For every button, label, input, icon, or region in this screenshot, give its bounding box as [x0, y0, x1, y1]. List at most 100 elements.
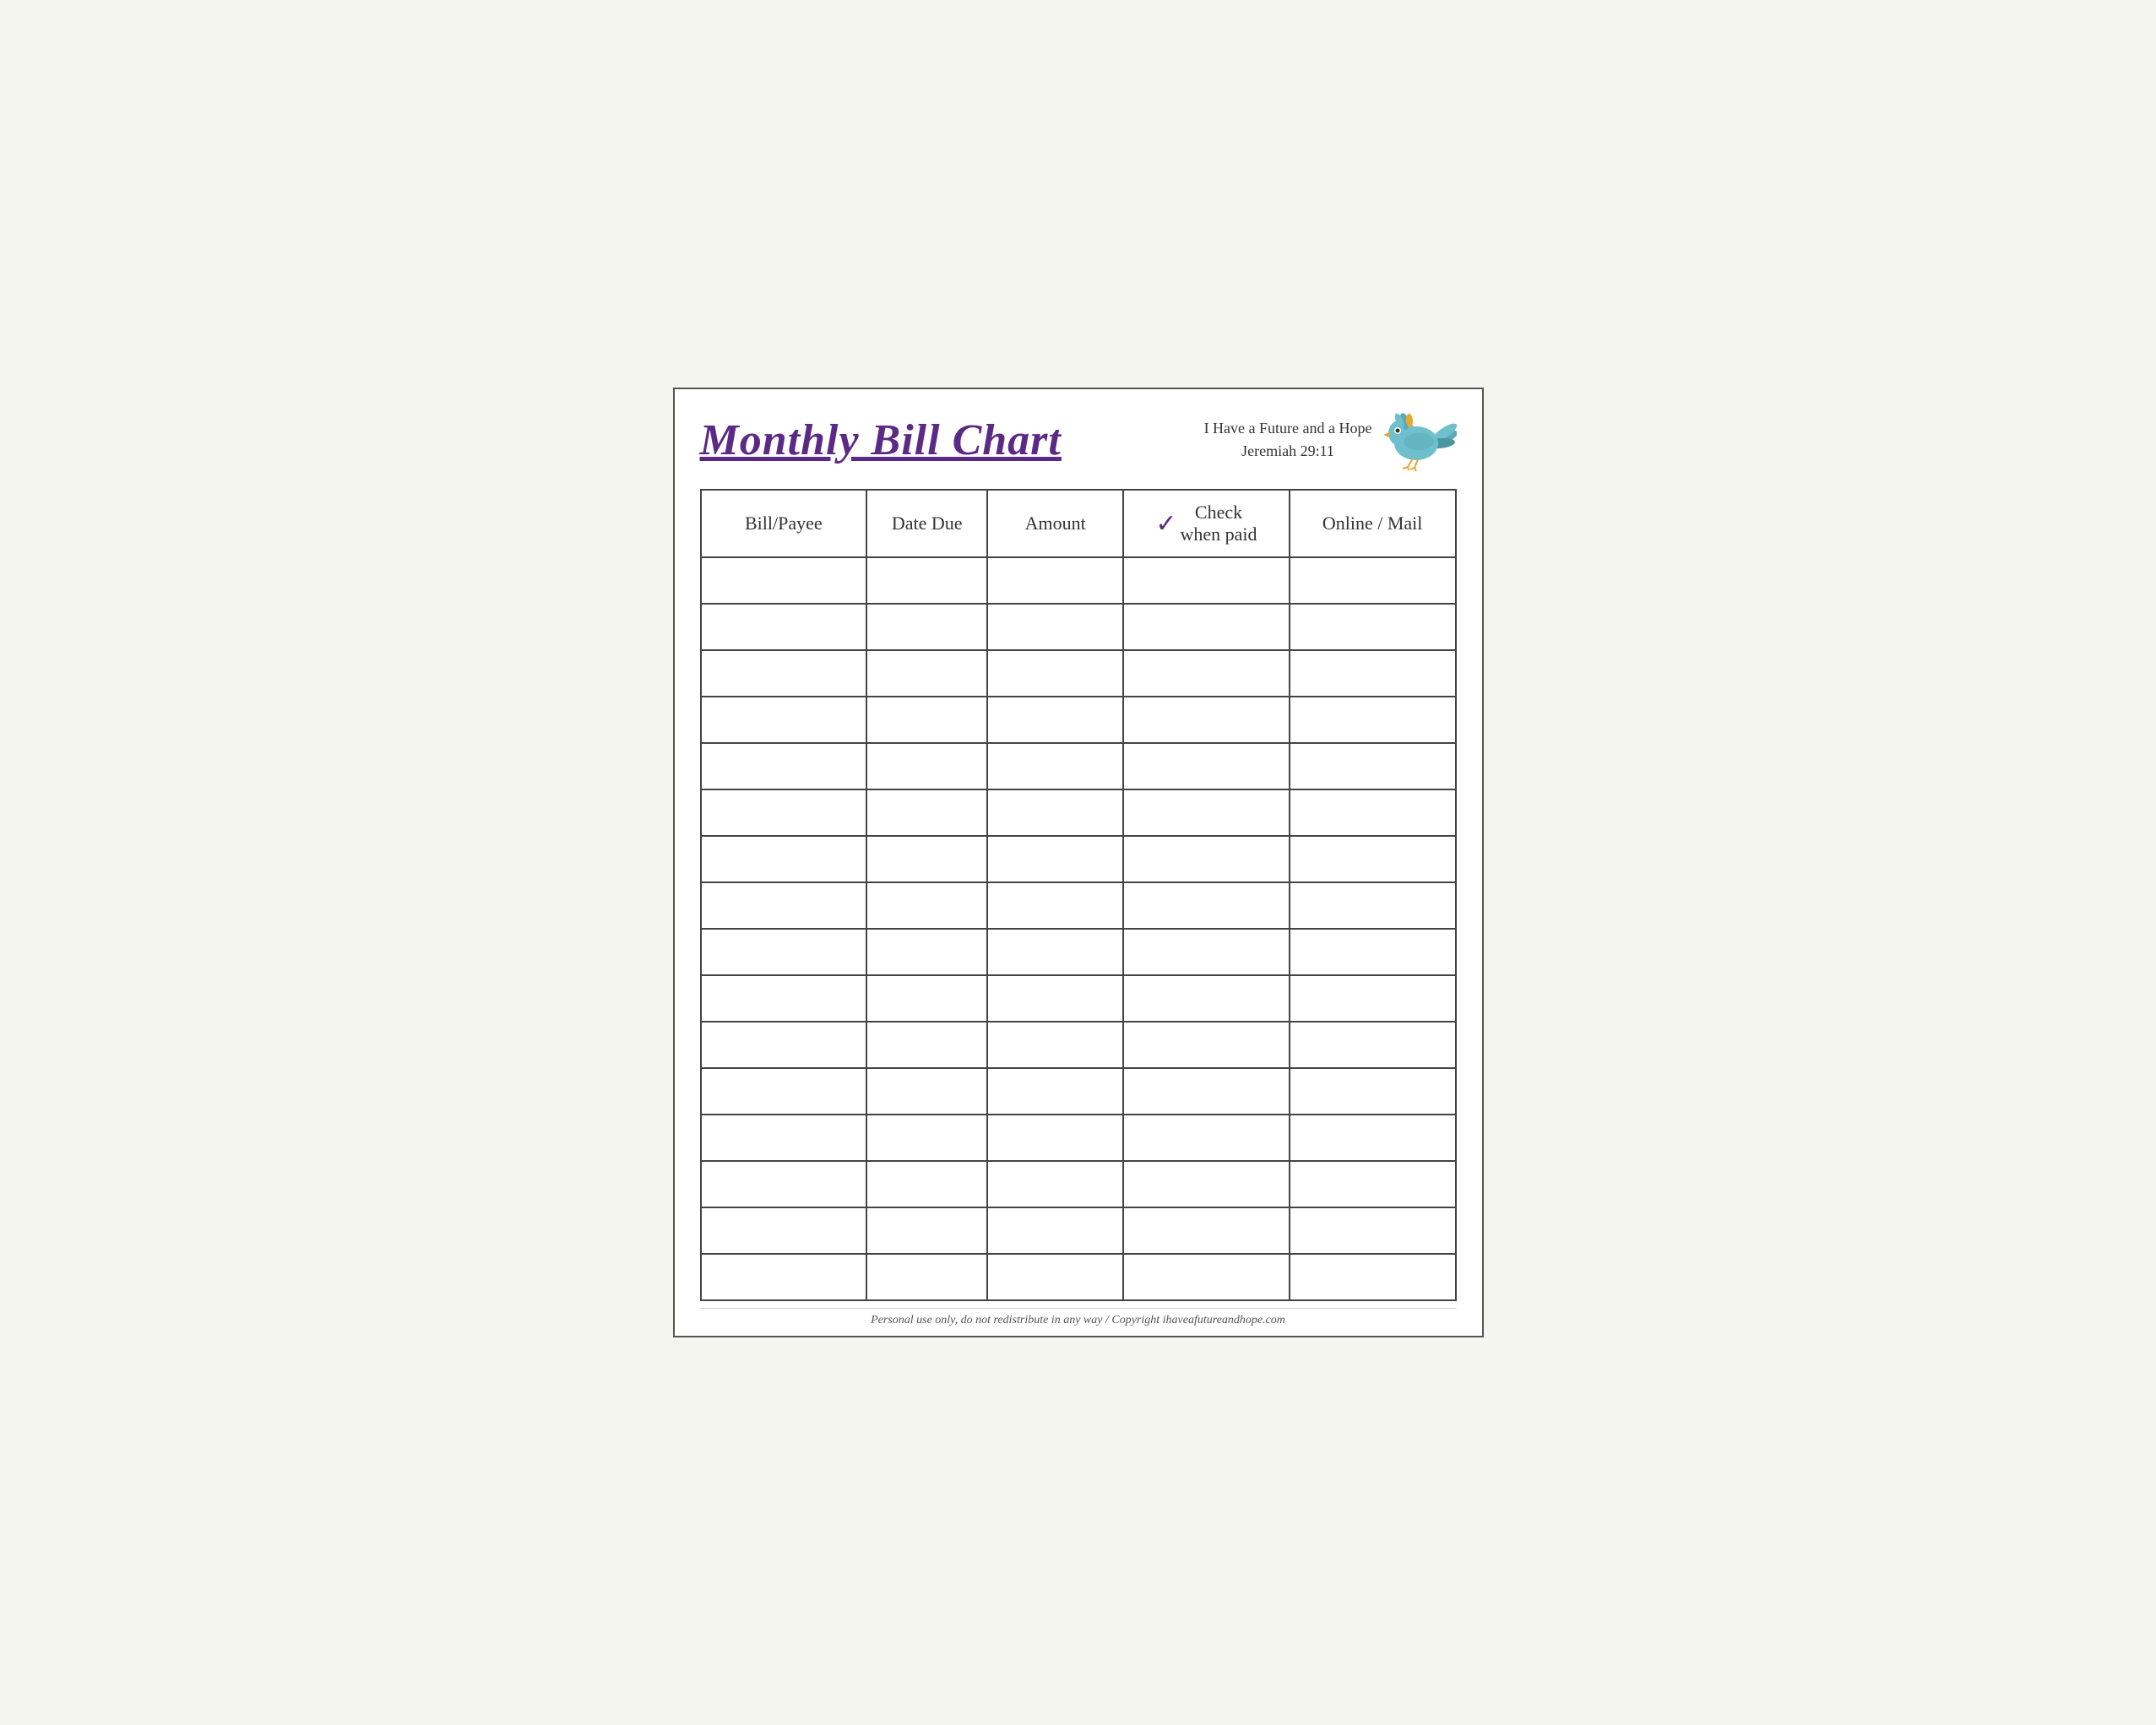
table-cell — [1290, 975, 1456, 1022]
table-cell — [1123, 975, 1290, 1022]
checkmark-icon: ✓ — [1155, 509, 1176, 539]
bill-chart-table: Bill/Payee Date Due Amount ✓ Check w — [700, 489, 1457, 1301]
table-row — [701, 929, 1456, 975]
table-cell — [987, 1022, 1123, 1068]
table-cell — [1123, 1254, 1290, 1300]
table-cell — [701, 650, 867, 697]
table-cell — [1290, 1115, 1456, 1161]
table-cell — [1290, 604, 1456, 650]
table-cell — [1290, 1161, 1456, 1207]
header-right: I Have a Future and a Hope Jeremiah 29:1… — [1204, 406, 1457, 474]
table-row — [701, 604, 1456, 650]
table-cell — [1123, 557, 1290, 604]
table-row — [701, 836, 1456, 882]
table-cell — [1123, 1207, 1290, 1254]
table-cell — [1290, 650, 1456, 697]
table-cell — [987, 1115, 1123, 1161]
table-row — [701, 975, 1456, 1022]
table-cell — [866, 650, 987, 697]
table-cell — [701, 1068, 867, 1115]
table-cell — [1123, 1115, 1290, 1161]
table-cell — [701, 1254, 867, 1300]
table-cell — [701, 604, 867, 650]
table-cell — [866, 975, 987, 1022]
table-cell — [987, 1254, 1123, 1300]
table-cell — [1123, 1068, 1290, 1115]
table-row — [701, 650, 1456, 697]
header: Monthly Bill Chart I Have a Future and a… — [700, 406, 1457, 474]
table-row — [701, 697, 1456, 743]
table-cell — [1290, 1022, 1456, 1068]
table-cell — [1290, 1207, 1456, 1254]
table-cell — [866, 1022, 987, 1068]
table-cell — [1123, 650, 1290, 697]
table-cell — [987, 604, 1123, 650]
table-cell — [987, 697, 1123, 743]
table-cell — [1123, 929, 1290, 975]
table-cell — [701, 789, 867, 836]
table-cell — [1123, 1161, 1290, 1207]
table-cell — [701, 1207, 867, 1254]
table-cell — [866, 836, 987, 882]
table-cell — [701, 557, 867, 604]
col-header-online: Online / Mail — [1290, 490, 1456, 557]
table-cell — [701, 743, 867, 789]
table-row — [701, 1115, 1456, 1161]
table-cell — [1290, 882, 1456, 929]
table-cell — [701, 1022, 867, 1068]
table-row — [701, 1161, 1456, 1207]
table-cell — [866, 789, 987, 836]
table-cell — [1290, 557, 1456, 604]
table-cell — [1290, 789, 1456, 836]
table-cell — [987, 929, 1123, 975]
table-cell — [866, 557, 987, 604]
table-cell — [1123, 1022, 1290, 1068]
table-cell — [866, 929, 987, 975]
table-row — [701, 1068, 1456, 1115]
table-row — [701, 1254, 1456, 1300]
table-cell — [987, 975, 1123, 1022]
table-cell — [866, 1161, 987, 1207]
table-row — [701, 1207, 1456, 1254]
table-cell — [1290, 1254, 1456, 1300]
table-cell — [987, 1207, 1123, 1254]
table-cell — [1290, 1068, 1456, 1115]
bird-icon — [1381, 406, 1457, 474]
table-cell — [701, 836, 867, 882]
table-cell — [987, 650, 1123, 697]
table-cell — [1123, 604, 1290, 650]
page-container: Monthly Bill Chart I Have a Future and a… — [673, 388, 1484, 1337]
table-row — [701, 1022, 1456, 1068]
table-cell — [1290, 697, 1456, 743]
table-cell — [1290, 743, 1456, 789]
table-cell — [701, 882, 867, 929]
table-cell — [866, 604, 987, 650]
table-cell — [866, 743, 987, 789]
table-cell — [987, 1161, 1123, 1207]
table-cell — [987, 836, 1123, 882]
table-cell — [866, 1207, 987, 1254]
table-row — [701, 743, 1456, 789]
table-cell — [1123, 697, 1290, 743]
table-cell — [1123, 743, 1290, 789]
table-cell — [866, 882, 987, 929]
footer-text: Personal use only, do not redistribute i… — [700, 1308, 1457, 1327]
table-cell — [866, 1254, 987, 1300]
table-cell — [1123, 789, 1290, 836]
page-title: Monthly Bill Chart — [700, 415, 1062, 465]
table-cell — [701, 697, 867, 743]
table-cell — [866, 1115, 987, 1161]
scripture-text: I Have a Future and a Hope Jeremiah 29:1… — [1204, 417, 1372, 463]
table-cell — [866, 1068, 987, 1115]
table-cell — [1290, 929, 1456, 975]
table-cell — [987, 557, 1123, 604]
col-header-date: Date Due — [866, 490, 987, 557]
table-cell — [987, 1068, 1123, 1115]
table-cell — [1123, 836, 1290, 882]
col-header-bill: Bill/Payee — [701, 490, 867, 557]
table-cell — [701, 1161, 867, 1207]
col-header-check: ✓ Check when paid — [1123, 490, 1290, 557]
table-cell — [1123, 882, 1290, 929]
table-row — [701, 789, 1456, 836]
col-header-amount: Amount — [987, 490, 1123, 557]
